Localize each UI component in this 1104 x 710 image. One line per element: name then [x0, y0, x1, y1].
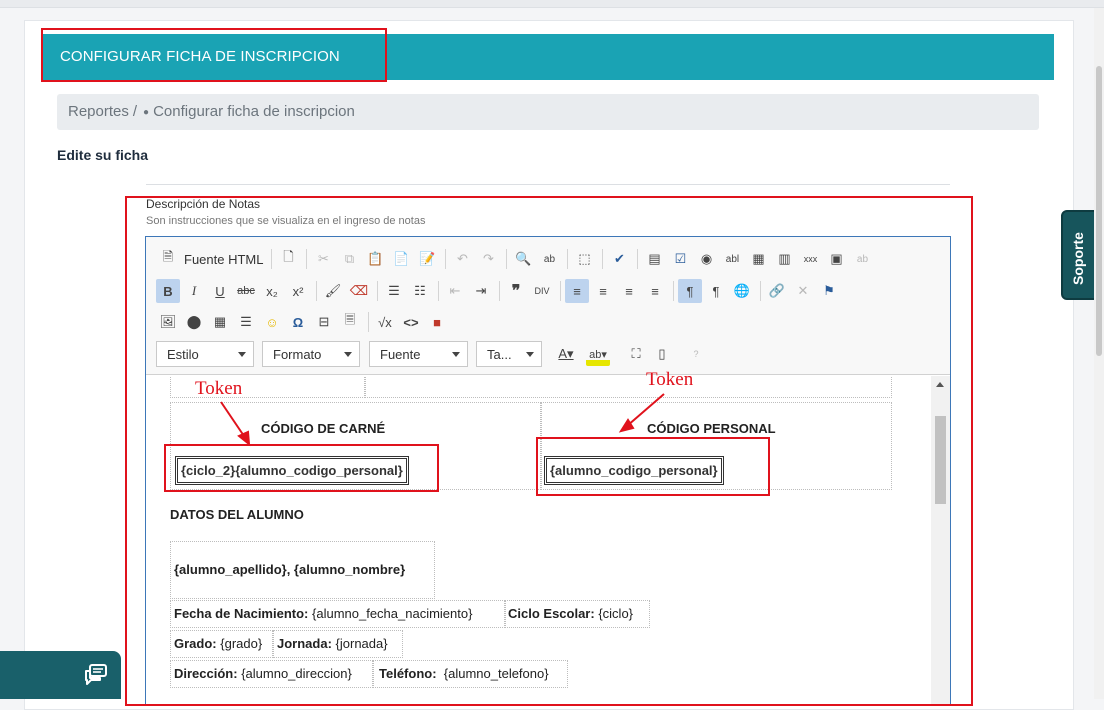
support-tab-label: Soporte	[1070, 232, 1086, 285]
support-tab[interactable]: Soporte	[1061, 210, 1097, 300]
page-scroll-thumb[interactable]	[1096, 66, 1102, 356]
annotation-arrows	[220, 393, 665, 447]
page-scrollbar[interactable]	[1094, 8, 1104, 699]
chat-button[interactable]	[0, 651, 121, 699]
page: CONFIGURAR FICHA DE INSCRIPCION Reportes…	[0, 0, 1104, 710]
chat-icon	[85, 664, 107, 685]
